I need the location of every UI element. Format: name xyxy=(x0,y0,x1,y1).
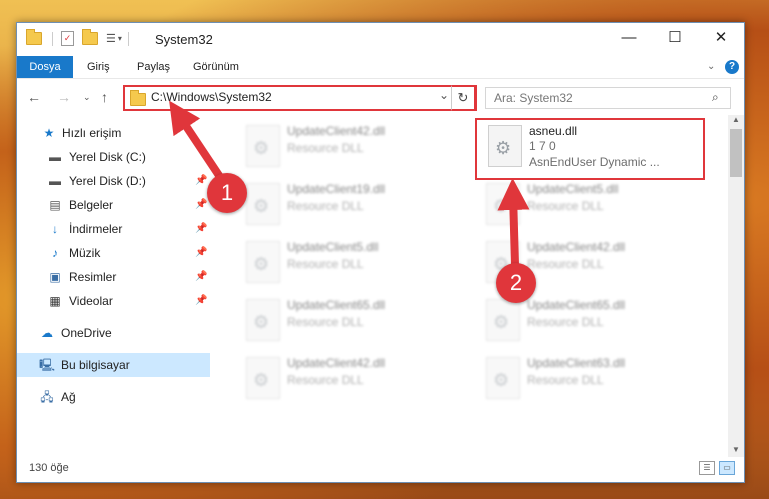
step-badge-2: 2 xyxy=(496,263,536,303)
annotation-arrow-2 xyxy=(497,178,530,266)
step-badge-1: 1 xyxy=(207,173,247,213)
annotation-arrow-1 xyxy=(169,100,226,183)
annotation-arrows xyxy=(169,100,530,266)
